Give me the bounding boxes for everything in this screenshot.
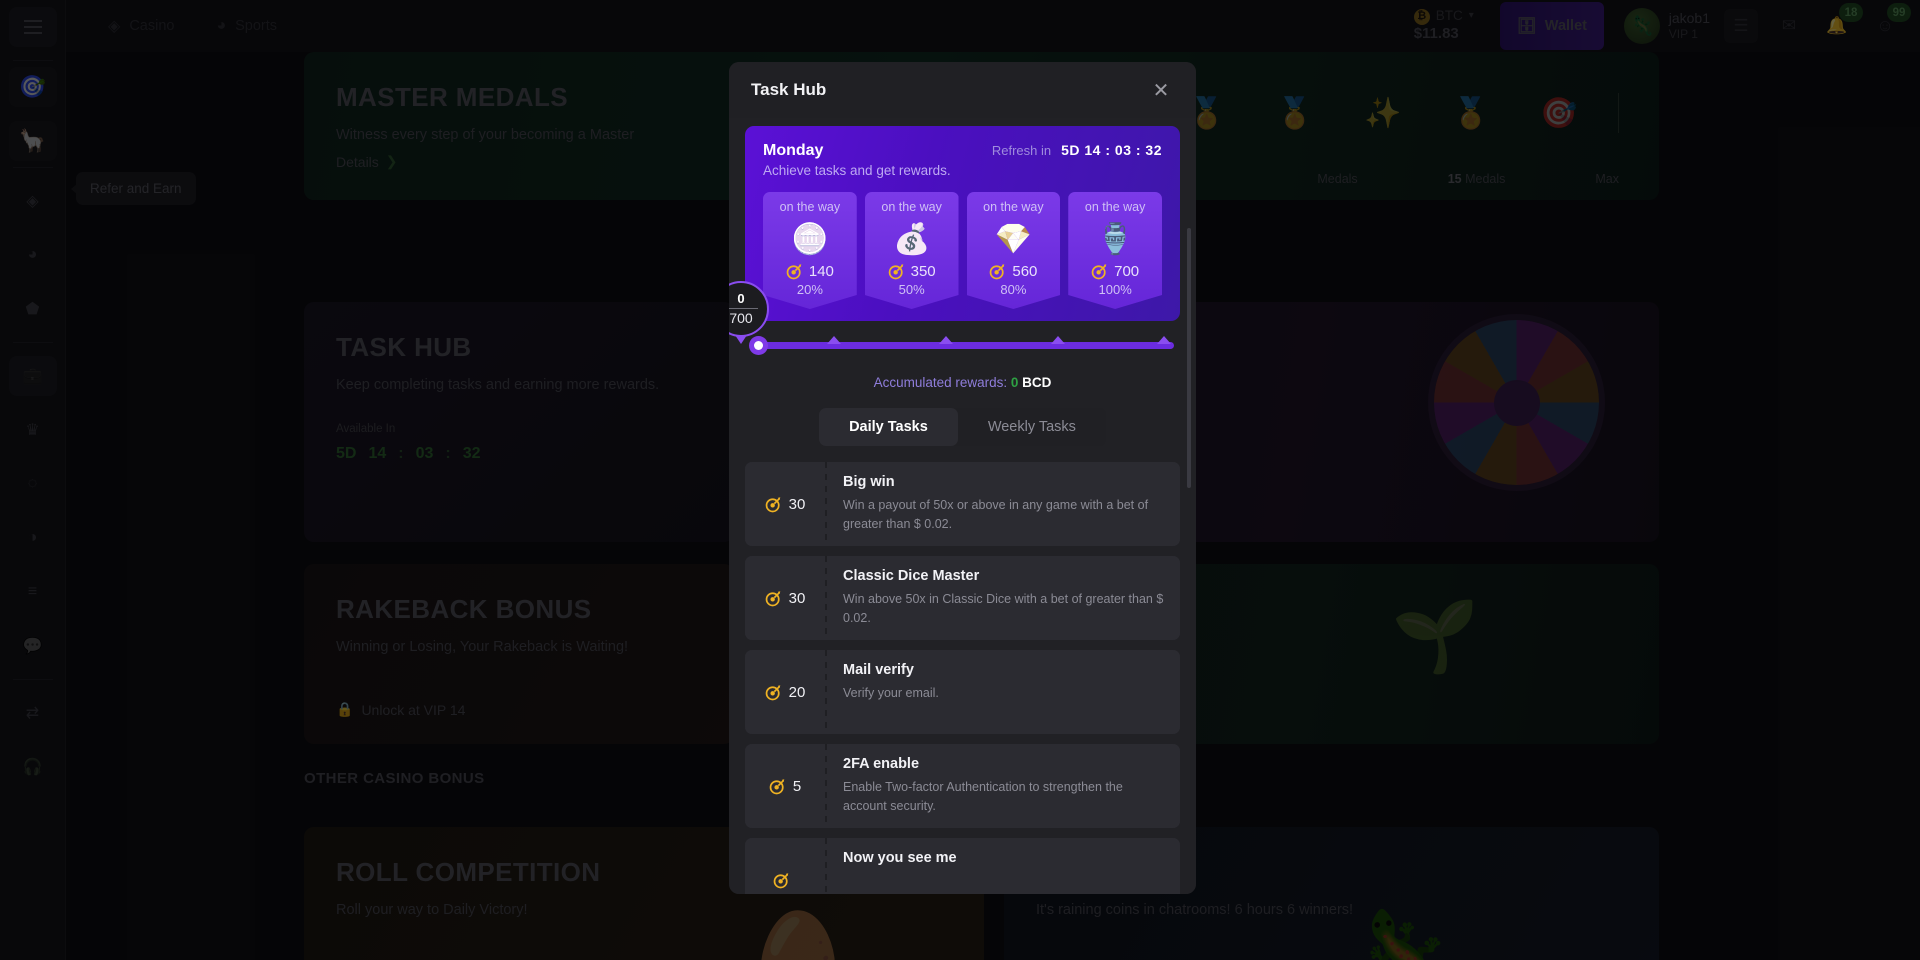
task-row[interactable]: 5 2FA enable Enable Two-factor Authentic… xyxy=(745,744,1180,828)
target-points-icon xyxy=(765,684,780,700)
refresh-label: Refresh in xyxy=(991,142,1052,158)
progress-slider[interactable]: 0 700 xyxy=(729,281,1174,359)
reward-tier[interactable]: on the way 🪙 140 20% xyxy=(763,192,857,309)
tier-state: on the way xyxy=(983,200,1044,214)
target-points-icon xyxy=(786,264,802,280)
tier-points: 700 xyxy=(1114,263,1140,280)
target-points-icon xyxy=(990,264,1005,280)
task-title: Mail verify xyxy=(843,662,914,678)
bubble-divider xyxy=(729,307,758,309)
target-points-icon xyxy=(1091,264,1107,280)
task-title: 2FA enable xyxy=(843,756,920,772)
progress-current: 0 xyxy=(737,290,745,306)
refresh-value: 5D 14 : 03 : 32 xyxy=(1061,142,1162,158)
progress-total: 700 xyxy=(729,309,753,326)
task-content: 2FA enable Enable Two-factor Authenticat… xyxy=(827,744,1180,828)
coins-small-icon: 🪙 xyxy=(791,223,829,256)
modal-body: Monday Achieve tasks and get rewards. Re… xyxy=(729,118,1196,894)
tier-state: on the way xyxy=(779,200,841,214)
coins-gems-icon: 💎 xyxy=(994,223,1033,256)
banner-day: Monday xyxy=(763,142,824,159)
target-points-icon xyxy=(888,264,903,280)
task-description: Win a payout of 50x or above in any game… xyxy=(843,498,1149,531)
progress-track xyxy=(751,342,1174,349)
task-title: Classic Dice Master xyxy=(843,568,980,584)
task-tabs: Daily Tasks Weekly Tasks xyxy=(745,408,1180,446)
tab-weekly-tasks[interactable]: Weekly Tasks xyxy=(958,408,1106,446)
task-points xyxy=(745,838,825,894)
task-points: 30 xyxy=(745,556,825,640)
task-title: Big win xyxy=(843,474,895,490)
coins-stack-icon: 💰 xyxy=(892,223,931,256)
task-content: Mail verify Verify your email. xyxy=(827,650,1180,734)
tabs-group: Daily Tasks Weekly Tasks xyxy=(819,408,1106,446)
progress-notch xyxy=(827,336,842,344)
close-icon[interactable]: ✕ xyxy=(1148,77,1174,103)
reward-tier[interactable]: on the way 🏺 700 100% xyxy=(1068,192,1162,309)
task-content: Classic Dice Master Win above 50x in Cla… xyxy=(827,556,1180,640)
task-points-value: 30 xyxy=(788,495,806,513)
tier-percent: 50% xyxy=(898,282,925,297)
task-points-value: 30 xyxy=(788,589,806,607)
tab-daily-tasks[interactable]: Daily Tasks xyxy=(819,408,958,446)
task-title: Now you see me xyxy=(843,850,957,866)
target-points-icon xyxy=(765,496,780,512)
tier-points-row: 560 xyxy=(989,263,1037,280)
target-points-icon xyxy=(773,872,789,888)
progress-notch xyxy=(939,336,954,344)
task-points-value: 5 xyxy=(792,777,802,795)
accumulated-value: 0 xyxy=(1010,375,1019,390)
task-description: Verify your email. xyxy=(843,686,939,700)
weekly-reward-banner: Monday Achieve tasks and get rewards. Re… xyxy=(745,126,1180,321)
tier-state: on the way xyxy=(1084,200,1146,214)
tier-points: 560 xyxy=(1012,263,1038,280)
modal-title: Task Hub xyxy=(751,80,827,99)
task-content: Now you see me xyxy=(827,838,1180,894)
task-row[interactable]: 30 Classic Dice Master Win above 50x in … xyxy=(745,556,1180,640)
tier-state: on the way xyxy=(881,200,942,214)
banner-top-row: Monday Achieve tasks and get rewards. Re… xyxy=(763,142,1162,178)
task-points: 20 xyxy=(745,650,825,734)
refresh-countdown: Refresh in 5D 14 : 03 : 32 xyxy=(992,142,1162,158)
task-row[interactable]: 20 Mail verify Verify your email. xyxy=(745,650,1180,734)
progress-knob[interactable] xyxy=(749,336,768,355)
task-points: 5 xyxy=(745,744,825,828)
reward-tier[interactable]: on the way 💰 350 50% xyxy=(864,192,959,309)
tier-percent: 20% xyxy=(796,282,823,297)
treasure-pile-icon: 🏺 xyxy=(1096,223,1134,256)
task-row[interactable]: 30 Big win Win a payout of 50x or above … xyxy=(745,462,1180,546)
progress-notch xyxy=(1157,336,1172,344)
modal-scrollbar[interactable] xyxy=(1187,228,1191,488)
task-row[interactable]: Now you see me xyxy=(745,838,1180,894)
tier-percent: 100% xyxy=(1098,282,1132,297)
target-points-icon xyxy=(769,778,785,794)
task-points: 30 xyxy=(745,462,825,546)
modal-header: Task Hub ✕ xyxy=(729,62,1196,118)
tier-points-row: 700 xyxy=(1091,263,1139,280)
task-hub-modal: Task Hub ✕ Monday Achieve tasks and get … xyxy=(729,62,1196,894)
tier-points: 140 xyxy=(808,263,834,280)
tier-points-row: 140 xyxy=(786,263,834,280)
task-points-value: 20 xyxy=(788,683,806,701)
reward-tier[interactable]: on the way 💎 560 80% xyxy=(966,192,1061,309)
tier-percent: 80% xyxy=(1000,282,1027,297)
task-content: Big win Win a payout of 50x or above in … xyxy=(827,462,1180,546)
progress-notch xyxy=(1051,336,1066,344)
tier-points-row: 350 xyxy=(888,263,936,280)
reward-tiers: on the way 🪙 140 20% on the way 💰 350 50… xyxy=(763,192,1162,309)
task-description: Win above 50x in Classic Dice with a bet… xyxy=(843,592,1164,625)
accumulated-rewards: Accumulated rewards: 0 BCD xyxy=(745,359,1180,396)
accumulated-label: Accumulated rewards: xyxy=(873,375,1008,390)
tier-points: 350 xyxy=(910,263,936,280)
banner-subtitle: Achieve tasks and get rewards. xyxy=(763,163,951,178)
task-description: Enable Two-factor Authentication to stre… xyxy=(843,780,1123,813)
banner-text: Monday Achieve tasks and get rewards. xyxy=(763,142,951,178)
accumulated-unit: BCD xyxy=(1022,375,1052,390)
task-list: 30 Big win Win a payout of 50x or above … xyxy=(745,462,1180,894)
target-points-icon xyxy=(765,590,780,606)
